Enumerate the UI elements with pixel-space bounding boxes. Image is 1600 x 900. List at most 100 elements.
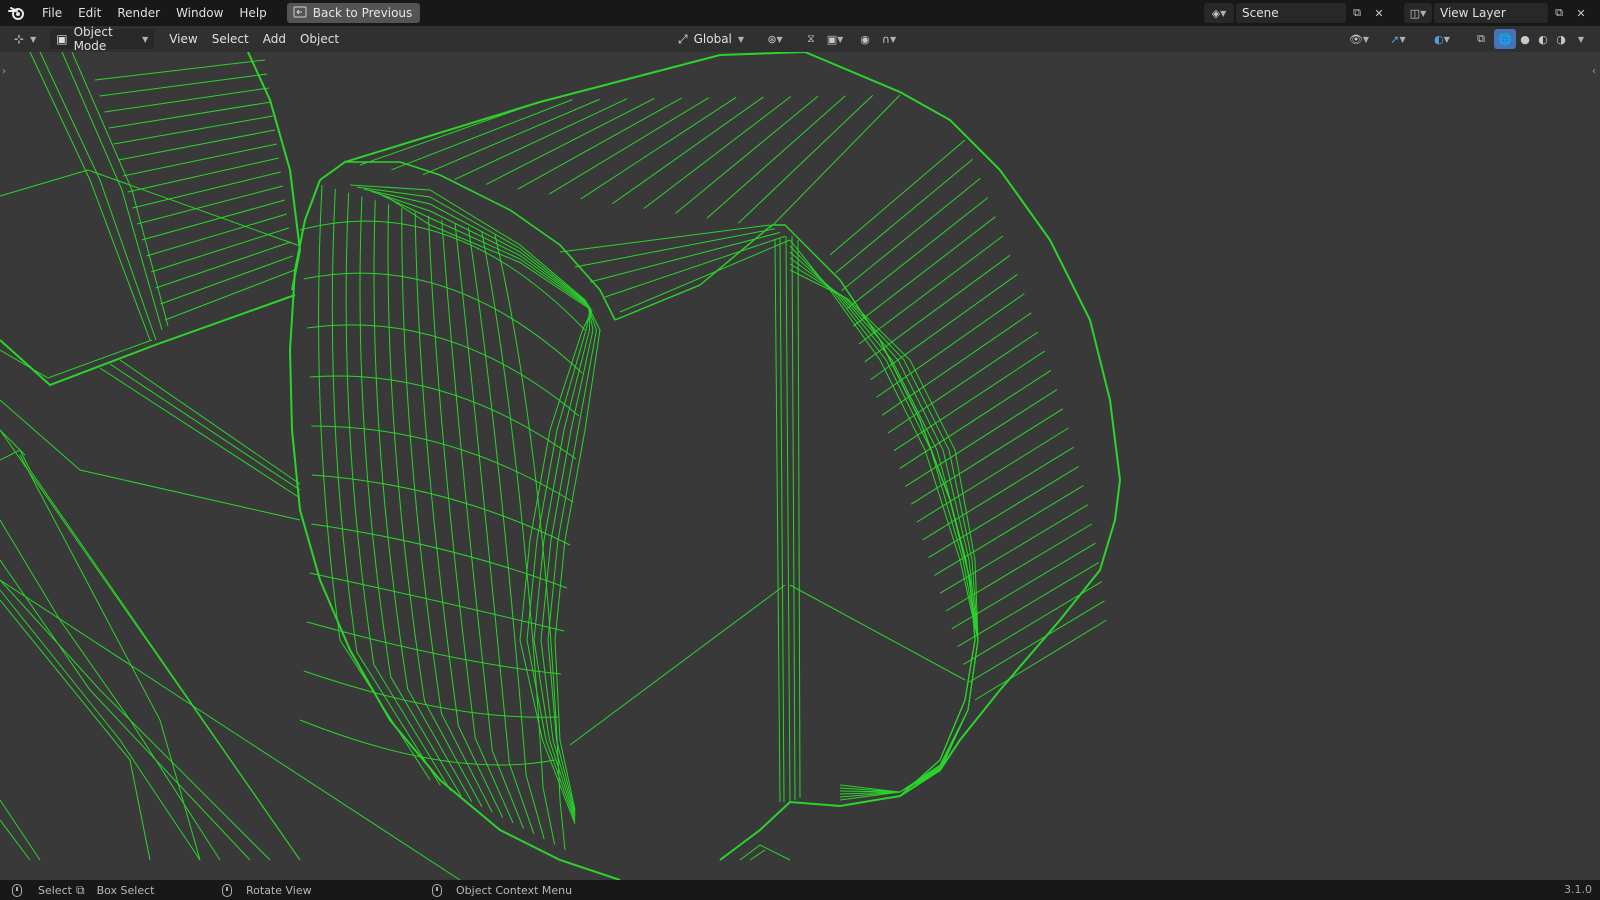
header-menu-object[interactable]: Object [293, 32, 346, 46]
wire-edge [876, 293, 1025, 398]
status-select-label: Select [38, 883, 72, 897]
wire-edge [893, 350, 1045, 452]
blender-logo-icon[interactable] [0, 0, 34, 26]
wire-edge [118, 129, 275, 161]
wire-edge [604, 235, 786, 298]
wire-edge [454, 223, 535, 835]
chevron-down-icon: ▼ [1362, 34, 1370, 44]
transform-orientation-dropdown[interactable]: ⤢ Global ▼ [672, 29, 750, 49]
shading-options-icon[interactable]: ▼ [1570, 29, 1592, 49]
wire-edge [706, 95, 846, 219]
wire-edge [548, 97, 710, 195]
transform-orientation-label: Global [693, 32, 732, 46]
wireframe-mesh [0, 52, 1122, 880]
rendered-shading-icon[interactable]: ◑ [1550, 29, 1572, 49]
editor-type-button[interactable]: ⊹ ▼ [8, 29, 42, 49]
object-mode-dropdown[interactable]: ▣ Object Mode ▼ [50, 25, 155, 53]
wire-edge [675, 95, 819, 214]
header-menu-add[interactable]: Add [256, 32, 293, 46]
back-to-previous-button[interactable]: Back to Previous [286, 3, 421, 23]
wire-edge [619, 239, 791, 313]
proportional-editing-icon[interactable]: ◉ [854, 29, 876, 49]
close-scene-icon[interactable]: ✕ [1368, 3, 1390, 23]
wire-edge [580, 96, 737, 200]
pivot-point-button[interactable]: ⊛ ▼ [760, 29, 790, 49]
wire-edge [359, 99, 546, 166]
visibility-button[interactable]: 👁 ▼ [1344, 29, 1374, 49]
menu-file[interactable]: File [34, 0, 70, 26]
menu-edit[interactable]: Edit [70, 0, 109, 26]
wire-edge [559, 224, 771, 253]
wire-edge [769, 94, 901, 229]
scene-name-field[interactable]: Scene [1236, 3, 1346, 23]
gizmo-button[interactable]: ➚ ▼ [1380, 29, 1416, 49]
3d-viewport[interactable]: › ‹ [0, 52, 1600, 880]
object-mode-label: Object Mode [73, 25, 113, 53]
status-bar: Select ⧉ Box Select Rotate View Object C… [0, 880, 1600, 900]
viewport-header: ⊹ ▼ ▣ Object Mode ▼ View Select Add Objec… [0, 25, 1600, 53]
wire-edge [968, 600, 1105, 683]
wire-edge [359, 196, 462, 797]
status-select: Select [12, 880, 72, 900]
status-context-menu-label: Object Context Menu [456, 883, 573, 897]
wire-edge [852, 216, 996, 327]
overlays-button[interactable]: ◐ ▼ [1424, 29, 1460, 49]
status-rotate-view-label: Rotate View [246, 883, 312, 897]
chevron-down-icon: ▼ [1399, 34, 1406, 44]
wire-edge [127, 157, 279, 193]
top-menu-bar: File Edit Render Window Help Back to Pre… [0, 0, 1600, 26]
new-scene-icon[interactable]: ⧉ [1346, 3, 1368, 23]
wire-edge [945, 523, 1093, 612]
falloff-curve-icon: ∩ [881, 32, 890, 46]
chevron-down-icon: ▼ [30, 34, 37, 44]
view-layer-name-field[interactable]: View Layer [1434, 3, 1548, 23]
wire-edge [122, 143, 277, 177]
chevron-down-icon: ▼ [1420, 8, 1427, 18]
xray-toggle-icon[interactable]: ⧉ [1470, 29, 1492, 49]
orientation-icon: ⤢ [678, 31, 688, 46]
wire-edge [303, 272, 583, 374]
back-to-previous-label: Back to Previous [312, 6, 413, 20]
view-layer-browse-button[interactable]: ◫ ▼ [1404, 3, 1432, 23]
wire-edge [309, 375, 577, 460]
header-menu-view[interactable]: View [162, 32, 204, 46]
new-view-layer-icon[interactable]: ⧉ [1548, 3, 1570, 23]
wire-edge [870, 273, 1018, 381]
wire-edge [643, 96, 792, 210]
snap-target-button[interactable]: ▣ ▼ [820, 29, 850, 49]
wire-edge [589, 232, 781, 283]
overlays-icon: ◐ [1434, 32, 1444, 46]
wire-edge [835, 158, 973, 274]
pivot-icon: ⊛ [767, 32, 777, 46]
chevron-down-icon: ▼ [1443, 34, 1450, 44]
wire-edge [789, 257, 979, 793]
wire-edge [94, 59, 266, 81]
status-box-select-label: Box Select [96, 883, 155, 897]
falloff-button[interactable]: ∩ ▼ [876, 29, 902, 49]
wire-edge [829, 139, 966, 256]
close-view-layer-icon[interactable]: ✕ [1570, 3, 1592, 23]
status-context-menu: Object Context Menu [432, 880, 572, 900]
wire-edge [384, 195, 593, 825]
scene-browse-button[interactable]: ◈ ▼ [1204, 3, 1234, 23]
eye-icon: 👁 [1348, 32, 1363, 46]
chevron-down-icon: ▼ [776, 34, 783, 44]
wire-edge [136, 185, 283, 225]
wire-edge [141, 199, 285, 241]
menu-help[interactable]: Help [231, 0, 274, 26]
gizmo-icon: ➚ [1390, 32, 1400, 46]
wire-edge [957, 561, 1100, 648]
menu-render[interactable]: Render [109, 0, 168, 26]
snap-toggle-icon[interactable]: ⧖ [800, 29, 822, 49]
wire-edge [841, 178, 981, 291]
wire-edge [887, 331, 1039, 434]
wireframe-shading-icon[interactable]: 🌐 [1494, 29, 1516, 49]
header-menu-select[interactable]: Select [205, 32, 256, 46]
menu-window[interactable]: Window [168, 0, 231, 26]
wire-edge [299, 220, 586, 331]
wire-edge [104, 87, 270, 113]
wire-edge [108, 101, 272, 129]
wire-edge [928, 465, 1079, 559]
wire-edge [454, 98, 628, 180]
wire-edge [881, 312, 1032, 416]
